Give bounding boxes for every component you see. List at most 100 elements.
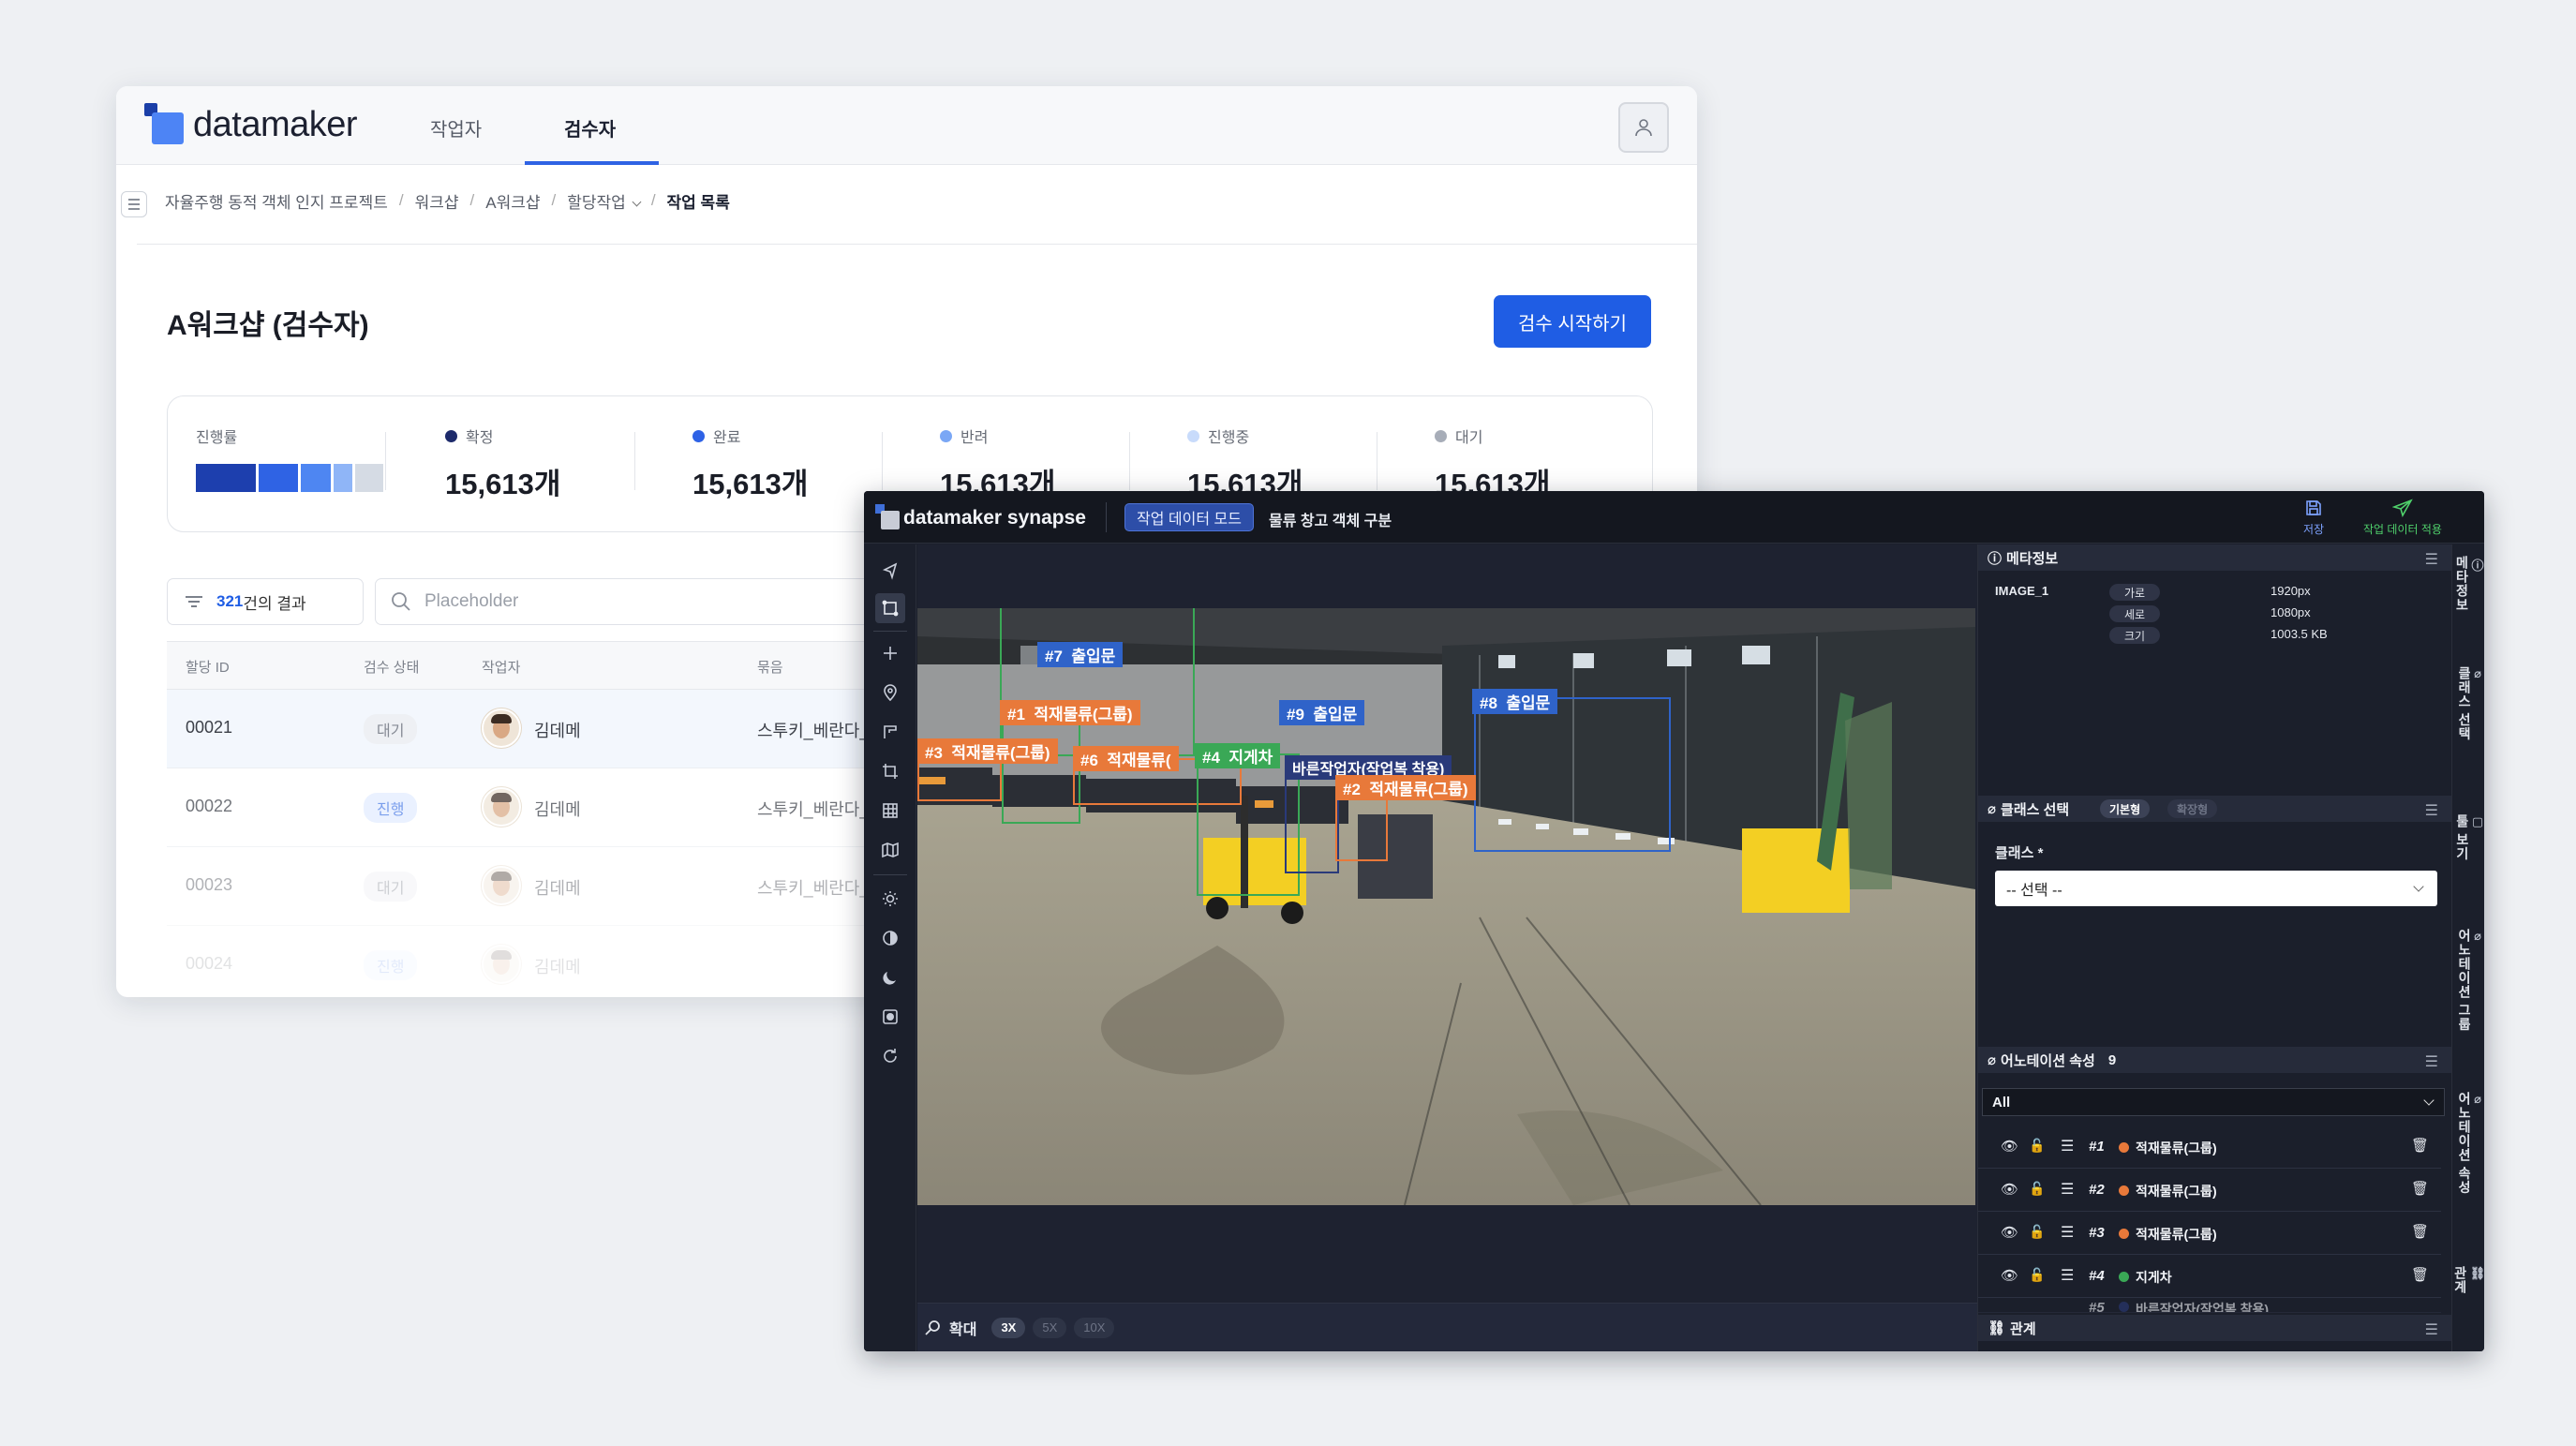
- filter-icon: [186, 596, 202, 607]
- tab-worker[interactable]: 작업자: [430, 114, 482, 142]
- eye-icon[interactable]: 👁: [2001, 1224, 2018, 1241]
- breadcrumb-workshop[interactable]: 워크샵: [415, 189, 459, 213]
- bbox-label-9[interactable]: #9 출입문: [1279, 700, 1365, 725]
- trash-icon[interactable]: 🗑: [2411, 1223, 2429, 1240]
- bbox-label-7[interactable]: #7 출입문: [1037, 642, 1124, 667]
- tab-basic[interactable]: 기본형: [2100, 799, 2151, 818]
- meta-title: 메타정보: [2006, 550, 2059, 567]
- zoom-icon: [925, 1319, 940, 1335]
- stat-value: 15,613개: [692, 468, 809, 500]
- annotation-item[interactable]: 👁 🔓 ☰ #1 적재물류(그룹) 🗑: [1978, 1125, 2441, 1169]
- user-menu-button[interactable]: [1618, 102, 1669, 153]
- breadcrumb-a-workshop[interactable]: A워크샵: [485, 189, 540, 213]
- save-button[interactable]: 저장: [2303, 499, 2324, 537]
- list-icon[interactable]: ☰: [2061, 1266, 2074, 1285]
- project-name: 물류 창고 객체 구분: [1269, 514, 1392, 529]
- bbox-label-2[interactable]: #2 적재물류(그룹): [1335, 775, 1476, 800]
- start-review-button[interactable]: 검수 시작하기: [1494, 295, 1651, 348]
- keypoint-tool[interactable]: [875, 638, 905, 668]
- breadcrumb-project[interactable]: 자율주행 동적 객체 인지 프로젝트: [165, 189, 388, 213]
- eye-icon[interactable]: 👁: [2001, 1181, 2018, 1198]
- side-tab-annotation-attributes[interactable]: ⌀ 어노테이션 속성: [2452, 1092, 2484, 1195]
- breadcrumb-assigned-task[interactable]: 할당작업: [567, 189, 642, 213]
- side-tab-meta[interactable]: ⓘ 메타정보: [2452, 556, 2484, 612]
- invert-icon: [883, 1009, 898, 1024]
- column-header-status[interactable]: 검수 상태: [364, 657, 419, 677]
- annotation-item[interactable]: 👁 🔓 ☰ #4 지게차 🗑: [1978, 1255, 2441, 1298]
- zoom-5x-button[interactable]: 5X: [1033, 1317, 1067, 1338]
- lock-icon[interactable]: 🔓: [2029, 1267, 2045, 1283]
- divider: [873, 631, 907, 632]
- side-tab-annotation-group[interactable]: ⌀ 어노테이션 그룹: [2452, 929, 2484, 1032]
- breadcrumb: 자율주행 동적 객체 인지 프로젝트 / 워크샵 / A워크샵 / 할당작업 / 작업 …: [116, 180, 1697, 221]
- bbox-label-6[interactable]: #6 적재물류(: [1073, 746, 1179, 771]
- annotation-item[interactable]: 👁 🔓 ☰ #3 적재물류(그룹) 🗑: [1978, 1212, 2441, 1255]
- apply-work-data-button[interactable]: 작업 데이터 적용: [2363, 499, 2442, 537]
- class-color-dot: [2119, 1302, 2129, 1312]
- annotation-filter-select[interactable]: All: [1982, 1088, 2445, 1116]
- column-header-worker[interactable]: 작업자: [482, 657, 520, 677]
- eye-icon[interactable]: 👁: [2001, 1267, 2018, 1284]
- active-tab-indicator: [525, 161, 659, 165]
- pin-tool[interactable]: [875, 678, 905, 708]
- progress-bar: [196, 464, 383, 492]
- side-tab-relation[interactable]: ⛓ 관계: [2452, 1266, 2484, 1294]
- bounding-box-tool[interactable]: [875, 593, 905, 623]
- side-tab-class[interactable]: ⌀ 클래스 선택: [2452, 666, 2484, 741]
- annotation-canvas[interactable]: #7 출입문 #1 적재물류(그룹) #9 출입문 #8 출입문 #3 적재물류…: [917, 544, 1977, 1304]
- column-header-group[interactable]: 묶음: [757, 657, 783, 677]
- menu-icon[interactable]: ☰: [2425, 1320, 2438, 1339]
- class-select[interactable]: -- 선택 --: [1995, 871, 2437, 906]
- annotation-section-header[interactable]: ⌀ 어노테이션 속성 9 ☰: [1978, 1047, 2451, 1073]
- bbox-label-1[interactable]: #1 적재물류(그룹): [1000, 700, 1140, 725]
- trash-icon[interactable]: 🗑: [2411, 1180, 2429, 1197]
- divider: [873, 874, 907, 875]
- tab-reviewer[interactable]: 검수자: [564, 114, 616, 142]
- zoom-10x-button[interactable]: 10X: [1074, 1317, 1115, 1338]
- trash-icon[interactable]: 🗑: [2411, 1137, 2429, 1154]
- warehouse-image[interactable]: #7 출입문 #1 적재물류(그룹) #9 출입문 #8 출입문 #3 적재물류…: [917, 608, 1975, 1205]
- brightness-tool[interactable]: [875, 884, 905, 914]
- annotation-number: #5: [2089, 1300, 2105, 1313]
- lock-icon[interactable]: 🔓: [2029, 1138, 2045, 1154]
- meta-section-header[interactable]: ⓘ 메타정보 ☰: [1978, 544, 2451, 571]
- polyline-tool[interactable]: [875, 717, 905, 747]
- class-section-header[interactable]: ⌀ 클래스 선택 기본형 확장형 ☰: [1978, 796, 2451, 822]
- zoom-3x-button[interactable]: 3X: [991, 1317, 1026, 1338]
- eye-icon[interactable]: 👁: [2001, 1138, 2018, 1155]
- annotation-item[interactable]: #5 바른작업자(작업복 착용): [1978, 1298, 2441, 1313]
- file-icon: ▢: [2471, 814, 2484, 828]
- contrast-tool[interactable]: [875, 923, 905, 953]
- reset-tool[interactable]: [875, 1041, 905, 1071]
- lock-icon[interactable]: 🔓: [2029, 1181, 2045, 1197]
- column-header-id[interactable]: 할당 ID: [186, 657, 230, 677]
- map-tool[interactable]: [875, 835, 905, 865]
- select-tool[interactable]: [875, 556, 905, 586]
- dark-mode-tool[interactable]: [875, 962, 905, 992]
- bbox-label-4[interactable]: #4 지게차: [1195, 743, 1281, 768]
- grid-tool[interactable]: [875, 796, 905, 826]
- trash-icon[interactable]: 🗑: [2411, 1266, 2429, 1283]
- list-icon[interactable]: ☰: [2061, 1180, 2074, 1199]
- crop-tool[interactable]: [875, 756, 905, 786]
- filter-button[interactable]: 321 건의 결과: [167, 578, 364, 625]
- invert-tool[interactable]: [875, 1002, 905, 1032]
- annotation-item[interactable]: 👁 🔓 ☰ #2 적재물류(그룹) 🗑: [1978, 1169, 2441, 1212]
- cell-group: 스투키_베란다_: [757, 879, 870, 898]
- relation-section-header[interactable]: ⛓ 관계 ☰: [1978, 1315, 2451, 1341]
- mode-badge[interactable]: 작업 데이터 모드: [1124, 503, 1254, 531]
- list-icon[interactable]: ☰: [2061, 1223, 2074, 1242]
- bbox-label-8[interactable]: #8 출입문: [1472, 689, 1558, 714]
- bounding-box-icon: [882, 600, 899, 617]
- side-tab-tools[interactable]: ▢ 툴 보기: [2452, 814, 2484, 861]
- list-icon[interactable]: ☰: [2061, 1137, 2074, 1155]
- menu-icon[interactable]: ☰: [2425, 1052, 2438, 1071]
- bbox-8[interactable]: [1474, 697, 1671, 852]
- bbox-label-3[interactable]: #3 적재물류(그룹): [917, 738, 1058, 764]
- tab-extended[interactable]: 확장형: [2167, 799, 2218, 818]
- lock-icon[interactable]: 🔓: [2029, 1224, 2045, 1240]
- menu-icon[interactable]: ☰: [2425, 801, 2438, 820]
- datamaker-logo[interactable]: datamaker: [144, 103, 358, 146]
- progress-segment: [196, 464, 256, 492]
- menu-icon[interactable]: ☰: [2425, 550, 2438, 569]
